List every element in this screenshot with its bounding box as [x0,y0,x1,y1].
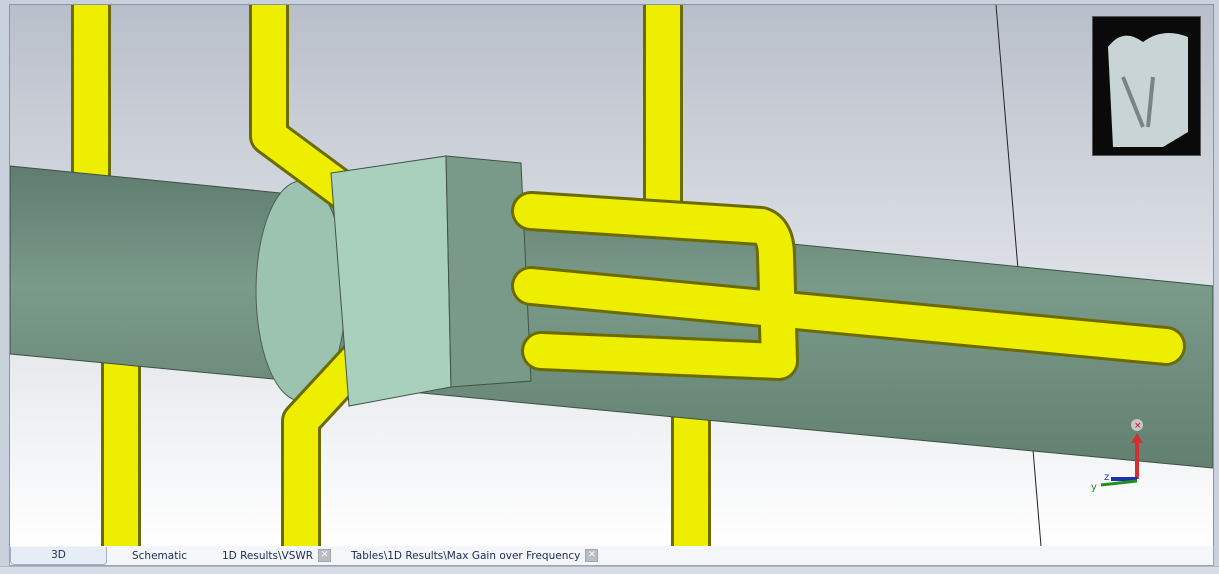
tab-label: Schematic [131,549,188,562]
close-icon[interactable]: ✕ [318,549,332,562]
tab-vswr[interactable]: 1D Results\VSWR ✕ [212,547,341,564]
close-icon[interactable]: ✕ [585,549,599,562]
tab-label: 3D [51,549,66,561]
matching-box-front [330,155,452,407]
axis-label-z: z [1104,472,1109,483]
tab-label: 1D Results\VSWR [222,549,314,562]
3d-viewport[interactable]: × z y [9,4,1214,547]
model-preview-icon [1108,33,1188,147]
navigation-thumbnail[interactable] [1092,16,1201,156]
tab-schematic[interactable]: Schematic [107,547,212,564]
application-window: × z y 3D Schematic 1D Results\VSWR ✕ Tabl… [0,0,1219,574]
tab-max-gain[interactable]: Tables\1D Results\Max Gain over Frequenc… [341,547,608,564]
svg-text:×: × [1134,421,1142,431]
antenna-model: × z y [10,5,1213,546]
document-tab-bar: 3D Schematic 1D Results\VSWR ✕ Tables\1D … [9,546,1214,566]
axis-label-y: y [1091,482,1097,493]
tab-label: Tables\1D Results\Max Gain over Frequenc… [351,549,581,562]
tab-3d[interactable]: 3D [10,546,107,565]
